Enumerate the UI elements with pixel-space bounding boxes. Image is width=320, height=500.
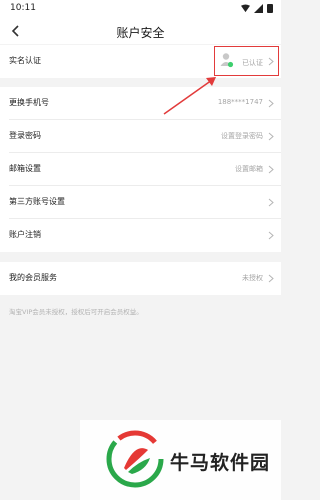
status-time: 10:11 (10, 3, 36, 13)
signal-icon (254, 4, 263, 13)
status-icons (241, 4, 273, 13)
row-label: 第三方账号设置 (9, 197, 65, 206)
membership-note: 淘宝VIP会员未授权，授权后可开启会员权益。 (9, 308, 143, 316)
status-bar: 10:11 (0, 0, 281, 18)
row-value: 未授权 (242, 274, 263, 282)
chevron-right-icon (268, 99, 274, 108)
row-change-phone[interactable]: 更换手机号 188****1747 (0, 87, 281, 120)
row-membership-service[interactable]: 我的会员服务 未授权 (0, 262, 281, 295)
verified-status: 已认证 (242, 59, 263, 67)
chevron-right-icon (268, 274, 274, 283)
chevron-right-icon (268, 231, 274, 240)
chevron-right-icon (268, 165, 274, 174)
row-value: 设置邮箱 (235, 165, 263, 173)
niuma-logo-icon (106, 430, 164, 488)
watermark: 牛马软件园 (80, 420, 281, 500)
row-label: 账户注销 (9, 230, 41, 239)
chevron-right-icon (268, 57, 274, 66)
row-login-password[interactable]: 登录密码 设置登录密码 (0, 120, 281, 153)
wifi-icon (241, 4, 250, 13)
row-account-deletion[interactable]: 账户注销 (0, 219, 281, 252)
row-label: 登录密码 (9, 131, 41, 140)
chevron-right-icon (268, 198, 274, 207)
row-real-name-verification[interactable]: 实名认证 (0, 45, 281, 78)
row-label: 我的会员服务 (9, 273, 57, 282)
row-label: 邮箱设置 (9, 164, 41, 173)
battery-icon (267, 4, 273, 13)
row-label: 更换手机号 (9, 98, 49, 107)
row-value: 188****1747 (217, 98, 263, 106)
user-verified-icon (220, 53, 234, 68)
nav-bar: 账户安全 (0, 18, 281, 44)
page-title: 账户安全 (116, 26, 165, 40)
chevron-right-icon (268, 132, 274, 141)
row-label: 实名认证 (9, 56, 41, 65)
watermark-text: 牛马软件园 (170, 452, 271, 474)
row-email-settings[interactable]: 邮箱设置 设置邮箱 (0, 153, 281, 186)
row-third-party-accounts[interactable]: 第三方账号设置 (0, 186, 281, 219)
row-value: 设置登录密码 (221, 132, 263, 140)
